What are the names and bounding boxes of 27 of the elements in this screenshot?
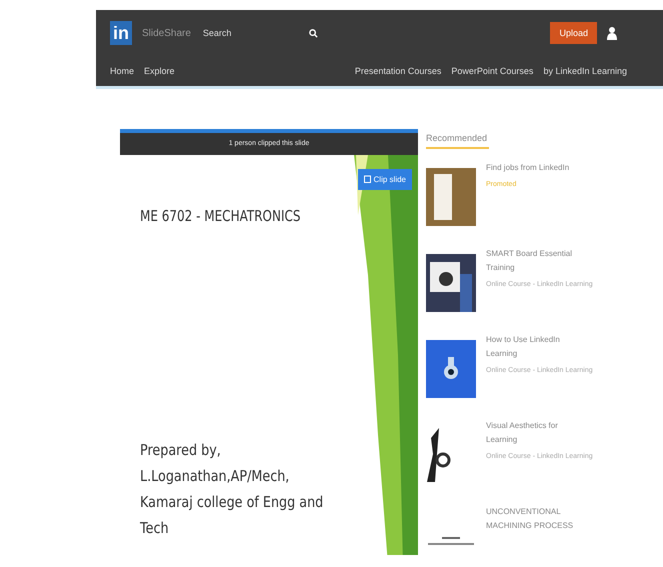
nav-link[interactable]: Explore — [144, 66, 175, 76]
search-icon[interactable] — [308, 28, 318, 38]
video-thumbnail — [426, 340, 476, 398]
nav-link[interactable]: Home — [110, 66, 134, 76]
brand-name: SlideShare — [142, 28, 191, 38]
recommendation-title[interactable]: How to Use LinkedIn Learning — [486, 333, 576, 361]
recommendation-title[interactable]: SMART Board Essential Training — [486, 247, 576, 275]
logo[interactable]: in — [110, 21, 132, 45]
photo-placeholder — [426, 168, 476, 226]
section-heading: Recommended — [426, 129, 490, 149]
nav-link[interactable]: by LinkedIn Learning — [543, 66, 627, 76]
author-line: Kamaraj college of Engg and — [140, 492, 324, 513]
nav-link[interactable]: Presentation Courses — [354, 66, 442, 76]
recommendation-title[interactable]: Visual Aesthetics for Learning — [486, 419, 576, 447]
recommendation-title[interactable]: Find jobs from LinkedIn — [486, 161, 576, 175]
nav-link[interactable]: PowerPoint Courses — [451, 66, 534, 76]
user-icon[interactable] — [607, 26, 617, 40]
author-line: Tech — [140, 518, 170, 539]
slide-title: ME 6702 - MECHATRONICS — [140, 207, 300, 225]
clip-slide-button[interactable]: Clip slide — [358, 169, 412, 190]
video-thumbnail — [426, 254, 476, 312]
upload-button[interactable]: Upload — [550, 22, 597, 44]
author-line: L.Loganathan,AP/Mech, — [140, 466, 290, 487]
clipboard-icon — [364, 175, 371, 183]
search-field[interactable]: Search — [200, 27, 305, 39]
author-line: Prepared by, — [140, 440, 222, 461]
recommendation-title[interactable]: UNCONVENTIONAL MACHINING PROCESS — [486, 505, 576, 533]
